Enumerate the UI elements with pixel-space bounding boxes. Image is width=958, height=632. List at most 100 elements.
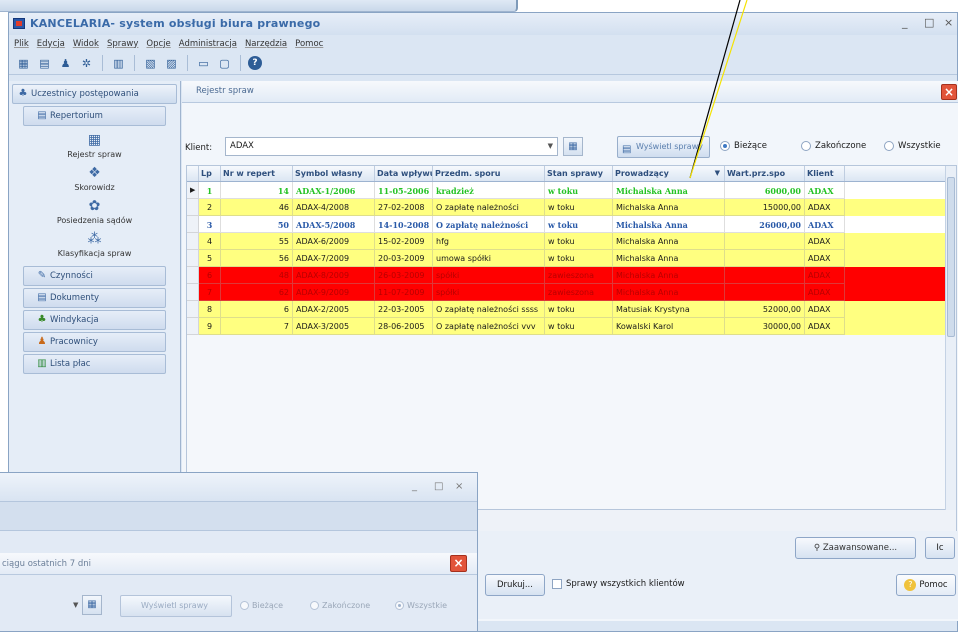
radio-current[interactable]: Bieżące <box>720 141 767 151</box>
column-header-symbol[interactable]: Symbol własny <box>293 166 375 181</box>
row-indicator[interactable] <box>187 301 199 318</box>
radio-all[interactable]: Wszystkie <box>884 141 941 151</box>
document-icon[interactable]: ▥ <box>110 55 127 72</box>
chevron-down-icon[interactable]: ▼ <box>548 138 553 155</box>
monitor-icon[interactable]: ▭ <box>195 55 212 72</box>
child-radio-finished[interactable]: Zakończone <box>310 601 370 610</box>
sidebar-item-employees[interactable]: ♟ Pracownicy <box>23 332 166 352</box>
child-show-cases-button[interactable]: Wyświetl sprawy <box>120 595 232 617</box>
collection-icon: ♣ <box>37 314 47 325</box>
vertical-scrollbar[interactable] <box>945 166 956 511</box>
column-header-stan[interactable]: Stan sprawy <box>545 166 613 181</box>
sidebar-repertorium[interactable]: ▤ Repertorium <box>23 106 166 126</box>
minimize-button[interactable]: _ <box>902 16 908 29</box>
table-row[interactable]: 2 46 ADAX-4/2008 27-02-2008 O zapłatę należn… <box>187 199 956 216</box>
row-indicator[interactable] <box>187 267 199 284</box>
checkbox-label: Sprawy wszystkich klientów <box>566 579 685 589</box>
child-radio-all[interactable]: Wszystkie <box>395 601 447 610</box>
help-icon[interactable]: ? <box>248 56 262 70</box>
participants-icon: ♣ <box>18 88 28 99</box>
table-row[interactable]: 4 55 ADAX-6/2009 15-02-2009 hfg w toku Michals… <box>187 233 956 250</box>
client-label: Klient: <box>185 143 213 153</box>
users-icon[interactable]: ♟ <box>57 55 74 72</box>
panel-header: Rejestr spraw × <box>182 81 958 103</box>
menu-widok[interactable]: Widok <box>73 39 99 49</box>
show-cases-button[interactable]: ▤ Wyświetl sprawy <box>617 136 710 158</box>
archive-icon[interactable]: ▤ <box>36 55 53 72</box>
sidebar-item-collection[interactable]: ♣ Windykacja <box>23 310 166 330</box>
row-indicator[interactable] <box>187 199 199 216</box>
table-cell-wartosc <box>725 250 805 267</box>
sidebar-header-participants[interactable]: ♣ Uczestnicy postępowania <box>12 84 177 104</box>
menu-plik[interactable]: Plik <box>14 39 29 49</box>
table-cell-klient: ADAX <box>805 250 845 267</box>
table-cell-lp: 1 <box>199 182 221 199</box>
table-row[interactable]: 9 7 ADAX-3/2005 28-06-2005 O zapłatę należno… <box>187 318 956 335</box>
table-row[interactable]: 6 48 ADAX-8/2009 26-03-2009 spółki zawieszona… <box>187 267 956 284</box>
window-title: KANCELARIA- system obsługi biura prawneg… <box>30 17 321 30</box>
row-indicator[interactable] <box>187 216 199 233</box>
ic-button[interactable]: Ic <box>925 537 955 559</box>
table-row[interactable]: 5 56 ADAX-7/2009 20-03-2009 umowa spółki w to… <box>187 250 956 267</box>
calendar-icon[interactable]: ▨ <box>163 55 180 72</box>
radio-finished[interactable]: Zakończone <box>801 141 866 151</box>
print-icon[interactable]: ▧ <box>142 55 159 72</box>
column-header-klient[interactable]: Klient <box>805 166 845 181</box>
all-clients-checkbox[interactable]: Sprawy wszystkich klientów <box>552 579 685 589</box>
column-header-wartosc[interactable]: Wart.prz.spo <box>725 166 805 181</box>
child-close-button[interactable]: × <box>455 481 463 492</box>
column-header-nr[interactable]: Nr w repert <box>221 166 293 181</box>
print-button[interactable]: Drukuj... <box>485 574 545 596</box>
menu-narzedzia[interactable]: Narzędzia <box>245 39 287 49</box>
sidebar-item-register[interactable]: ▦ Rejestr spraw <box>9 132 180 159</box>
radio-dot <box>884 141 894 151</box>
sidebar-header-label: Uczestnicy postępowania <box>31 89 139 99</box>
scrollbar-thumb[interactable] <box>947 177 955 337</box>
table-cell-lp: 3 <box>199 216 221 233</box>
child-minimize-button[interactable]: _ <box>412 481 417 492</box>
advanced-button[interactable]: ⚲ Zaawansowane... <box>795 537 916 559</box>
sidebar-item-court[interactable]: ✿ Posiedzenia sądów <box>9 198 180 225</box>
sidebar-item-payroll[interactable]: ▥ Lista płac <box>23 354 166 374</box>
child-radio-current[interactable]: Bieżące <box>240 601 283 610</box>
menu-sprawy[interactable]: Sprawy <box>107 39 138 49</box>
row-indicator[interactable] <box>187 284 199 301</box>
sidebar-item-index[interactable]: ❖ Skorowidz <box>9 165 180 192</box>
child-maximize-button[interactable]: □ <box>434 481 443 492</box>
close-button[interactable]: × <box>944 16 953 29</box>
table-cell-klient: ADAX <box>805 267 845 284</box>
client-combo[interactable]: ADAX ▼ <box>225 137 558 156</box>
menu-opcje[interactable]: Opcje <box>146 39 170 49</box>
show-icon: ▤ <box>622 144 632 155</box>
table-row[interactable]: 7 62 ADAX-9/2009 11-07-2009 spółki zawieszona… <box>187 284 956 301</box>
table-row[interactable]: 3 50 ADAX-5/2008 14-10-2008 O zapłatę należn… <box>187 216 956 233</box>
column-header-data[interactable]: Data wpływu <box>375 166 433 181</box>
sidebar-item-classification[interactable]: ⁂ Klasyfikacja spraw <box>9 231 180 258</box>
menu-edycja[interactable]: Edycja <box>37 39 65 49</box>
save-icon[interactable]: ▦ <box>15 55 32 72</box>
employees-icon: ♟ <box>37 336 47 347</box>
panel-close-button[interactable]: × <box>941 84 957 100</box>
sort-desc-icon[interactable]: ▼ <box>715 169 720 177</box>
row-indicator[interactable] <box>187 233 199 250</box>
column-header-lp[interactable]: Lp <box>199 166 221 181</box>
column-header-prowadzacy[interactable]: Prowadzący ▼ <box>613 166 725 181</box>
row-indicator[interactable]: ▶ <box>187 182 199 199</box>
image-icon[interactable]: ▢ <box>216 55 233 72</box>
help-button[interactable]: ? Pomoc <box>896 574 956 596</box>
menu-pomoc[interactable]: Pomoc <box>295 39 323 49</box>
sidebar-item-documents[interactable]: ▤ Dokumenty <box>23 288 166 308</box>
column-header-przedmiot[interactable]: Przedm. sporu <box>433 166 545 181</box>
child-panel-close-button[interactable]: × <box>450 555 467 572</box>
gears-icon[interactable]: ✲ <box>78 55 95 72</box>
table-row[interactable]: 8 6 ADAX-2/2005 22-03-2005 O zapłatę należno… <box>187 301 956 318</box>
maximize-button[interactable]: □ <box>924 16 934 29</box>
row-indicator[interactable] <box>187 318 199 335</box>
sidebar-item-activities[interactable]: ✎ Czynności <box>23 266 166 286</box>
menu-administracja[interactable]: Administracja <box>179 39 237 49</box>
client-browse-button[interactable]: ▦ <box>563 137 583 156</box>
row-indicator[interactable] <box>187 250 199 267</box>
child-browse-button[interactable]: ▦ <box>82 595 102 615</box>
table-row[interactable]: ▶ 1 14 ADAX-1/2006 11-05-2006 kradzież w toku M… <box>187 182 956 199</box>
chevron-down-icon[interactable]: ▼ <box>73 601 78 609</box>
